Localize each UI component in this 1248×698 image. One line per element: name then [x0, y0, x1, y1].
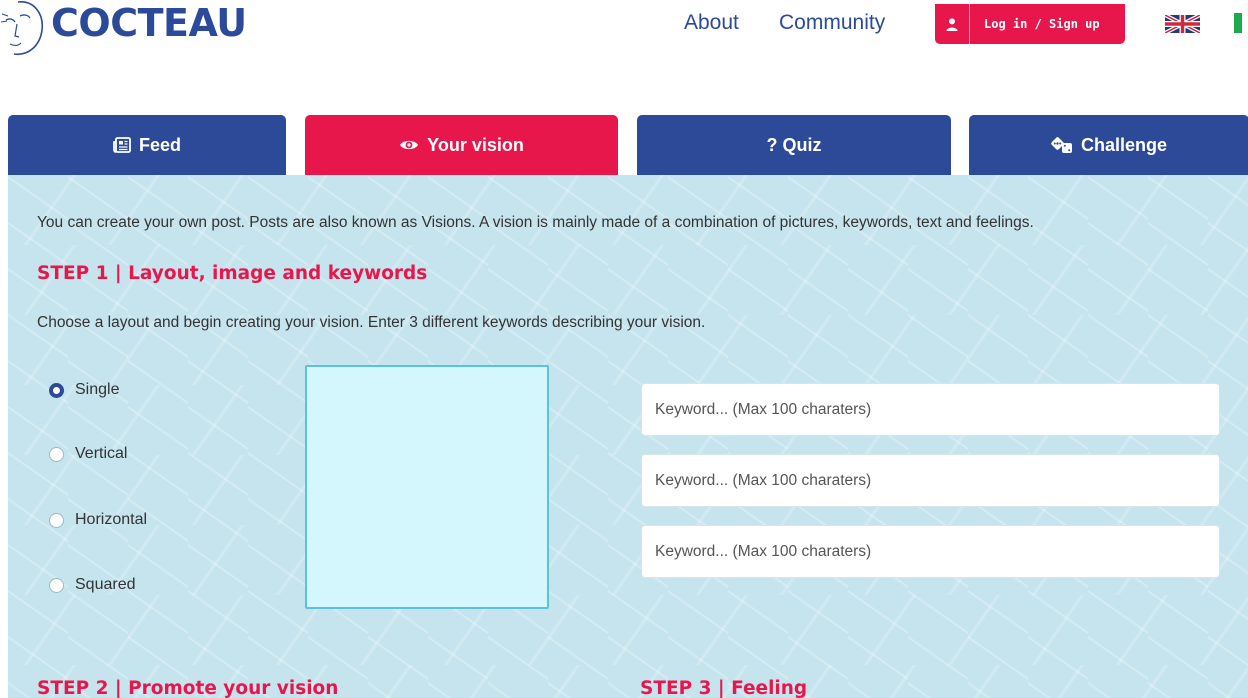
tab-feed-label: Feed: [138, 134, 181, 155]
layout-option-label: Single: [75, 381, 120, 398]
keyword-input-1[interactable]: [641, 383, 1220, 436]
nav-community-link[interactable]: Community: [779, 10, 885, 36]
keyword-input-3[interactable]: [641, 525, 1220, 578]
radio-unchecked-icon[interactable]: [49, 577, 64, 593]
layout-option-squared[interactable]: Squared: [49, 576, 136, 594]
radio-unchecked-icon[interactable]: [49, 446, 64, 462]
radio-unchecked-icon[interactable]: [49, 512, 64, 528]
tab-quiz-label: ? Quiz: [766, 134, 822, 155]
eye-icon: [399, 138, 419, 152]
dice-icon: [1051, 136, 1073, 154]
uk-flag-icon[interactable]: [1165, 15, 1200, 33]
login-signup-label: Log in / Sign up: [984, 17, 1100, 31]
flag-edge-indicator[interactable]: [1234, 13, 1242, 33]
tab-challenge[interactable]: Challenge: [969, 115, 1248, 175]
logo-face-icon[interactable]: [0, 0, 46, 58]
login-signup-button[interactable]: Log in / Sign up: [935, 4, 1125, 44]
layout-option-vertical[interactable]: Vertical: [49, 445, 127, 463]
tab-quiz[interactable]: ? Quiz: [637, 115, 951, 175]
tab-challenge-label: Challenge: [1080, 134, 1168, 155]
layout-option-label: Squared: [75, 576, 136, 593]
layout-option-horizontal[interactable]: Horizontal: [49, 511, 147, 529]
step1-description: Choose a layout and begin creating your …: [37, 314, 706, 331]
vision-editor-panel: You can create your own post. Posts are …: [8, 175, 1248, 698]
newspaper-icon: [113, 137, 131, 153]
page: COCTEAU About Community Log in / Sign up: [0, 0, 1248, 698]
logo-text[interactable]: COCTEAU: [51, 0, 247, 46]
layout-option-single[interactable]: Single: [49, 381, 119, 399]
user-icon: [935, 4, 970, 44]
image-upload-area[interactable]: [305, 365, 549, 609]
layout-option-label: Horizontal: [75, 511, 148, 528]
site-header: COCTEAU About Community Log in / Sign up: [0, 0, 1248, 115]
layout-option-label: Vertical: [75, 445, 128, 462]
tab-your-vision[interactable]: Your vision: [305, 115, 618, 175]
tab-your-vision-label: Your vision: [427, 134, 524, 155]
intro-text: You can create your own post. Posts are …: [37, 214, 1034, 231]
nav-about-link[interactable]: About: [684, 10, 739, 36]
step1-title: STEP 1 | Layout, image and keywords: [37, 263, 428, 284]
keyword-input-2[interactable]: [641, 454, 1220, 507]
radio-checked-icon[interactable]: [49, 382, 64, 398]
step2-title: STEP 2 | Promote your vision: [37, 678, 339, 698]
tab-feed[interactable]: Feed: [8, 115, 286, 175]
step3-title: STEP 3 | Feeling: [640, 678, 808, 698]
